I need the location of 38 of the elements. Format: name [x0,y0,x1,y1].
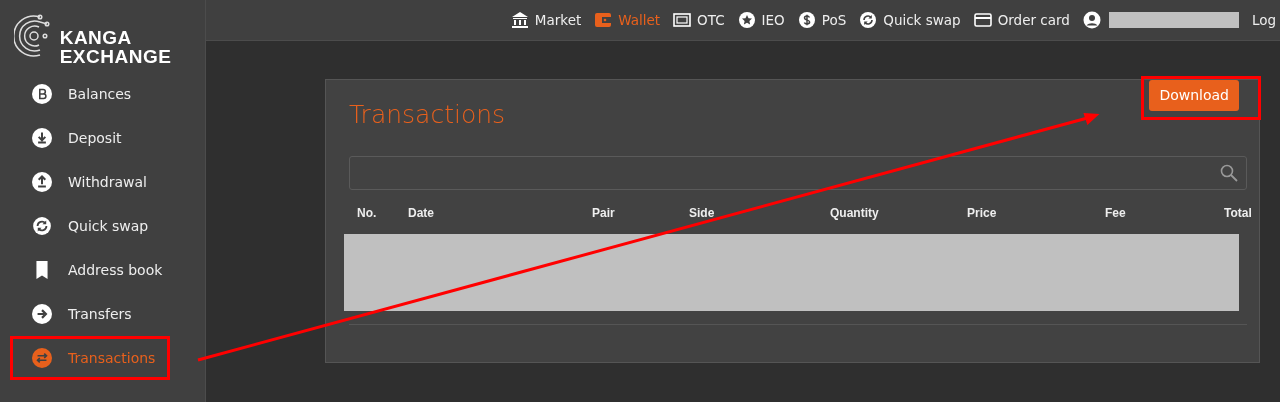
column-header[interactable]: Date [408,204,592,222]
nav-link[interactable]: PoS [797,9,847,31]
logout-link[interactable]: Log [1251,9,1276,31]
sidebar-item[interactable]: Withdrawal [10,160,170,204]
bank-icon [510,11,529,29]
page-title: Transactions [349,99,507,130]
nav-link[interactable]: IEO [737,9,785,31]
exchange-icon [32,348,52,368]
refresh-icon [32,216,52,236]
column-header[interactable]: Fee [1105,204,1224,222]
sidebar-item[interactable]: Deposit [10,116,170,160]
column-header[interactable]: Quantity [830,204,967,222]
card-icon [973,11,992,29]
logo-text: KANGA EXCHANGE [59,28,172,66]
arrow-right-icon [32,304,52,324]
banknote-icon [673,11,692,29]
dollar-icon [797,11,816,29]
sidebar-item[interactable]: Address book [10,248,175,292]
search-icon [1220,164,1238,182]
wallet-icon [594,11,613,29]
column-header[interactable]: Total [1224,204,1252,222]
refresh-icon [859,11,878,29]
nav-link[interactable]: OTC [673,9,725,31]
download-icon [32,128,52,148]
nav-link[interactable]: Quick swap [859,9,961,31]
sidebar-item[interactable]: Transfers [10,292,170,336]
user-icon [1082,11,1101,29]
column-header[interactable]: No. [357,204,408,222]
sidebar-item[interactable]: Quick swap [10,204,170,248]
nav-link[interactable]: Market [510,9,582,31]
sidebar-item[interactable]: Balances [10,72,170,116]
search-field[interactable] [349,156,1247,190]
column-header[interactable]: Price [967,204,1105,222]
bitcoin-icon [32,84,52,104]
nav-link[interactable]: Order card [973,9,1070,31]
column-header[interactable]: Pair [592,204,689,222]
upload-icon [32,172,52,192]
column-header[interactable]: Side [689,204,830,222]
